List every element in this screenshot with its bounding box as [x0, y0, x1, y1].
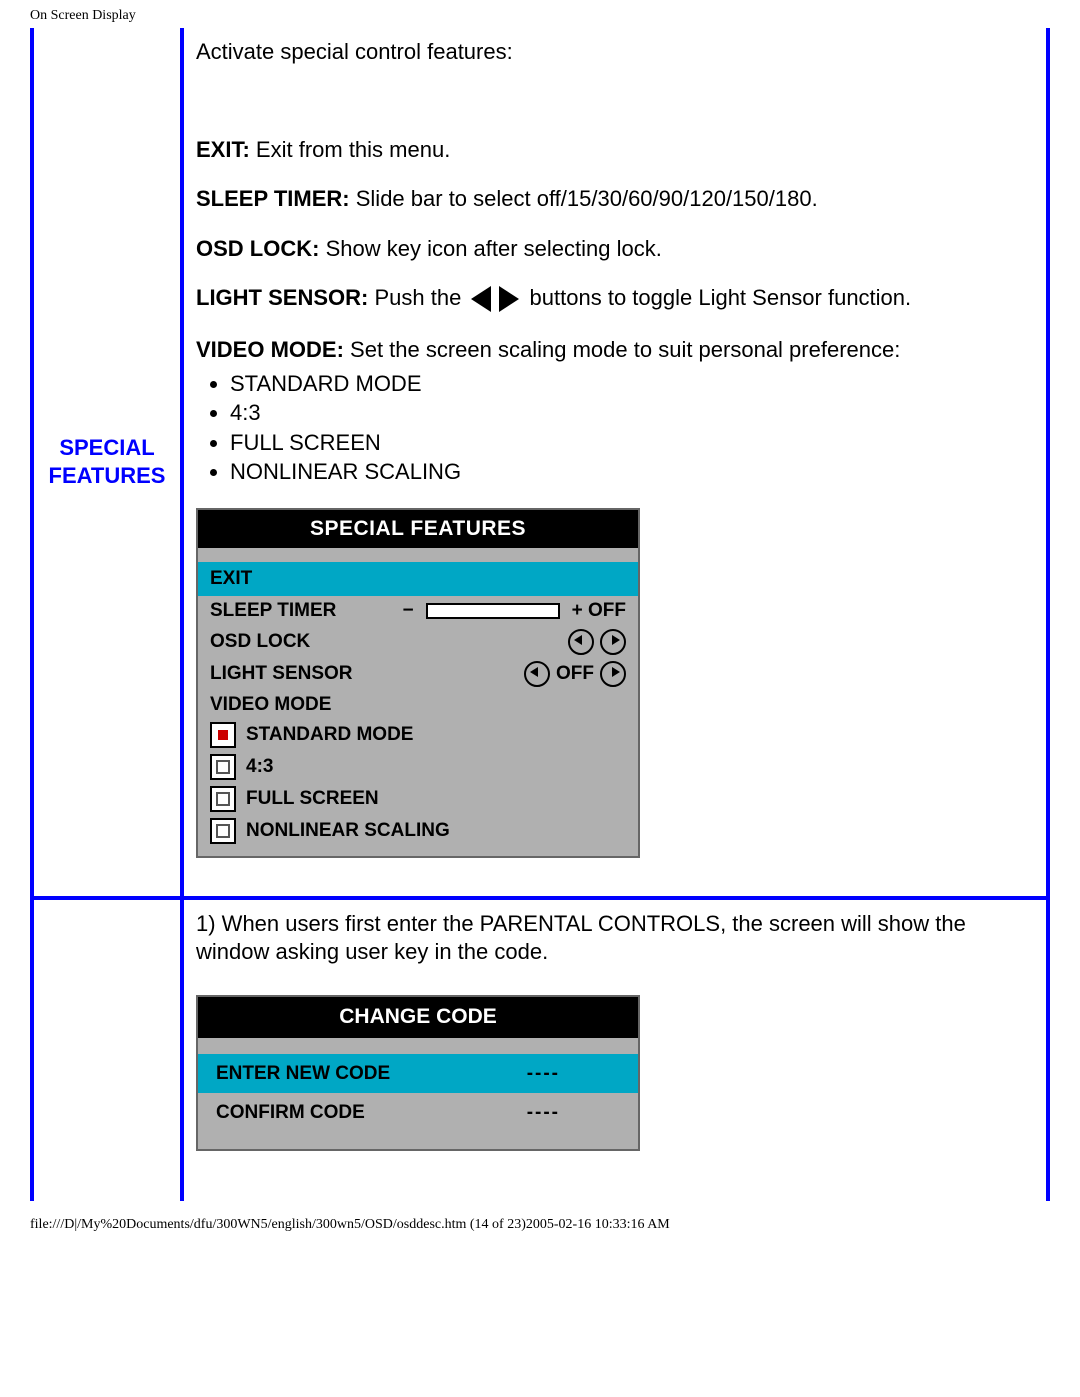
code-value: ----: [527, 1062, 560, 1086]
code-value: ----: [527, 1101, 560, 1125]
parental-intro: 1) When users first enter the PARENTAL C…: [196, 910, 1028, 965]
osd-option-standard[interactable]: STANDARD MODE: [198, 719, 638, 751]
list-item: FULL SCREEN: [230, 429, 1028, 457]
arrow-right-icon[interactable]: [600, 661, 626, 687]
option-label: 4:3: [246, 755, 273, 779]
section-title: SPECIAL FEATURES: [34, 28, 184, 896]
desc-after: buttons to toggle Light Sensor function.: [530, 285, 912, 310]
parental-body: 1) When users first enter the PARENTAL C…: [184, 900, 1046, 1201]
section-body: Activate special control features: EXIT:…: [184, 28, 1046, 896]
list-item: 4:3: [230, 399, 1028, 427]
osd-exit-row[interactable]: EXIT: [198, 562, 638, 596]
desc: Slide bar to select off/15/30/60/90/120/…: [356, 186, 818, 211]
desc-before: Push the: [374, 285, 467, 310]
osd-option-fullscreen[interactable]: FULL SCREEN: [198, 783, 638, 815]
osd-lock-row[interactable]: OSD LOCK: [198, 626, 638, 658]
option-label: FULL SCREEN: [246, 787, 379, 811]
term: OSD LOCK:: [196, 236, 319, 261]
osd-video-mode-row: VIDEO MODE: [198, 690, 638, 720]
osd-videomode-label: VIDEO MODE: [210, 693, 331, 717]
osd-option-nonlinear[interactable]: NONLINEAR SCALING: [198, 815, 638, 856]
radio-selected-icon: [210, 722, 236, 748]
def-video-mode: VIDEO MODE: Set the screen scaling mode …: [196, 336, 1028, 364]
osd-special-features-panel: SPECIAL FEATURES EXIT SLEEP TIMER − + OF…: [196, 508, 640, 859]
left-right-arrow-icon: [467, 284, 523, 314]
osd-option-43[interactable]: 4:3: [198, 751, 638, 783]
enter-new-code-row[interactable]: ENTER NEW CODE ----: [198, 1054, 638, 1094]
osd-title: SPECIAL FEATURES: [198, 510, 638, 548]
change-code-title: CHANGE CODE: [198, 997, 638, 1037]
page-footer: file:///D|/My%20Documents/dfu/300WN5/eng…: [0, 1201, 1080, 1253]
osd-light-sensor-row[interactable]: LIGHT SENSOR OFF: [198, 658, 638, 690]
minus-icon: −: [403, 599, 414, 623]
radio-icon: [210, 754, 236, 780]
radio-icon: [210, 786, 236, 812]
desc: Show key icon after selecting lock.: [326, 236, 662, 261]
sleep-plus-label: + OFF: [572, 599, 626, 623]
term: EXIT:: [196, 137, 250, 162]
section-title-line: FEATURES: [49, 462, 166, 491]
osd-light-label: LIGHT SENSOR: [210, 662, 353, 686]
term: SLEEP TIMER:: [196, 186, 350, 211]
term: LIGHT SENSOR:: [196, 285, 368, 310]
osd-sleep-timer-row[interactable]: SLEEP TIMER − + OFF: [198, 596, 638, 626]
video-mode-list: STANDARD MODE 4:3 FULL SCREEN NONLINEAR …: [230, 370, 1028, 486]
content-frame: SPECIAL FEATURES Activate special contro…: [30, 28, 1050, 1201]
osd-sleep-label: SLEEP TIMER: [210, 599, 336, 623]
enter-code-label: ENTER NEW CODE: [216, 1062, 390, 1086]
list-item: STANDARD MODE: [230, 370, 1028, 398]
option-label: NONLINEAR SCALING: [246, 819, 450, 843]
term: VIDEO MODE:: [196, 337, 344, 362]
confirm-code-label: CONFIRM CODE: [216, 1101, 365, 1125]
list-item: NONLINEAR SCALING: [230, 458, 1028, 486]
arrow-left-icon[interactable]: [568, 629, 594, 655]
osd-lock-label: OSD LOCK: [210, 630, 310, 654]
def-osd-lock: OSD LOCK: Show key icon after selecting …: [196, 235, 1028, 263]
def-sleep-timer: SLEEP TIMER: Slide bar to select off/15/…: [196, 185, 1028, 213]
arrow-right-icon[interactable]: [600, 629, 626, 655]
section-intro: Activate special control features:: [196, 38, 1028, 66]
def-light-sensor: LIGHT SENSOR: Push the buttons to toggle…: [196, 284, 1028, 314]
light-sensor-value: OFF: [556, 662, 594, 686]
option-label: STANDARD MODE: [246, 723, 413, 747]
radio-icon: [210, 818, 236, 844]
def-exit: EXIT: Exit from this menu.: [196, 136, 1028, 164]
confirm-code-row[interactable]: CONFIRM CODE ----: [198, 1093, 638, 1133]
change-code-panel: CHANGE CODE ENTER NEW CODE ---- CONFIRM …: [196, 995, 640, 1151]
desc: Set the screen scaling mode to suit pers…: [350, 337, 900, 362]
section-title-empty: [34, 900, 184, 1201]
sleep-slider[interactable]: [426, 603, 560, 619]
page-header: On Screen Display: [0, 0, 1080, 28]
section-title-line: SPECIAL: [59, 434, 154, 463]
desc: Exit from this menu.: [256, 137, 450, 162]
arrow-left-icon[interactable]: [524, 661, 550, 687]
